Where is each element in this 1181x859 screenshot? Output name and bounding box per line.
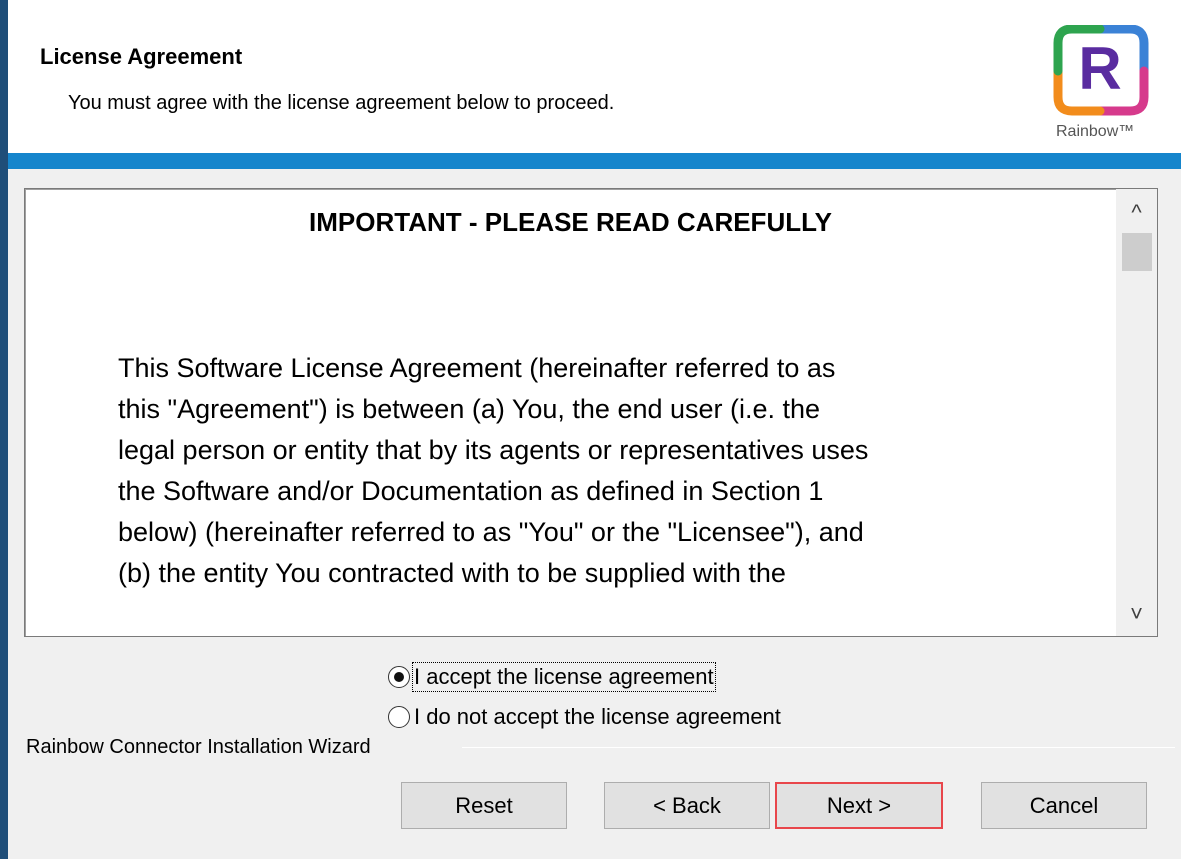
- scroll-down-arrow-icon[interactable]: ˅: [1116, 594, 1157, 634]
- license-heading: IMPORTANT - PLEASE READ CAREFULLY: [309, 207, 832, 237]
- license-content: IMPORTANT - PLEASE READ CAREFULLY This S…: [25, 189, 1116, 636]
- decline-radio-option[interactable]: I do not accept the license agreement: [388, 701, 781, 733]
- rainbow-logo: R Rainbow™: [1050, 25, 1174, 153]
- accept-radio-option[interactable]: I accept the license agreement: [388, 661, 716, 693]
- reset-button[interactable]: Reset: [401, 782, 567, 829]
- decline-radio-button[interactable]: [388, 706, 410, 728]
- back-button[interactable]: < Back: [604, 782, 770, 829]
- page-subtitle: You must agree with the license agreemen…: [68, 92, 615, 114]
- logo-letter: R: [1078, 35, 1122, 102]
- wizard-header: License Agreement You must agree with th…: [8, 0, 1181, 153]
- wizard-name: Rainbow Connector Installation Wizard: [26, 736, 373, 759]
- footer-separator: [462, 747, 1175, 748]
- scroll-up-arrow-icon[interactable]: ^: [1116, 193, 1157, 233]
- scroll-thumb[interactable]: [1122, 233, 1152, 271]
- window-left-edge: [0, 0, 8, 859]
- cancel-button[interactable]: Cancel: [981, 782, 1147, 829]
- decline-radio-label[interactable]: I do not accept the license agreement: [414, 704, 781, 730]
- accept-radio-button[interactable]: [388, 666, 410, 688]
- next-button[interactable]: Next >: [775, 782, 943, 829]
- license-text-box[interactable]: IMPORTANT - PLEASE READ CAREFULLY This S…: [24, 188, 1158, 637]
- vertical-scrollbar[interactable]: ^ ˅: [1116, 189, 1157, 636]
- logo-caption: Rainbow™: [1056, 123, 1135, 140]
- header-divider-bar: [8, 153, 1181, 169]
- page-title: License Agreement: [40, 44, 243, 69]
- license-body: This Software License Agreement (hereina…: [118, 353, 869, 588]
- accept-radio-label[interactable]: I accept the license agreement: [412, 662, 716, 692]
